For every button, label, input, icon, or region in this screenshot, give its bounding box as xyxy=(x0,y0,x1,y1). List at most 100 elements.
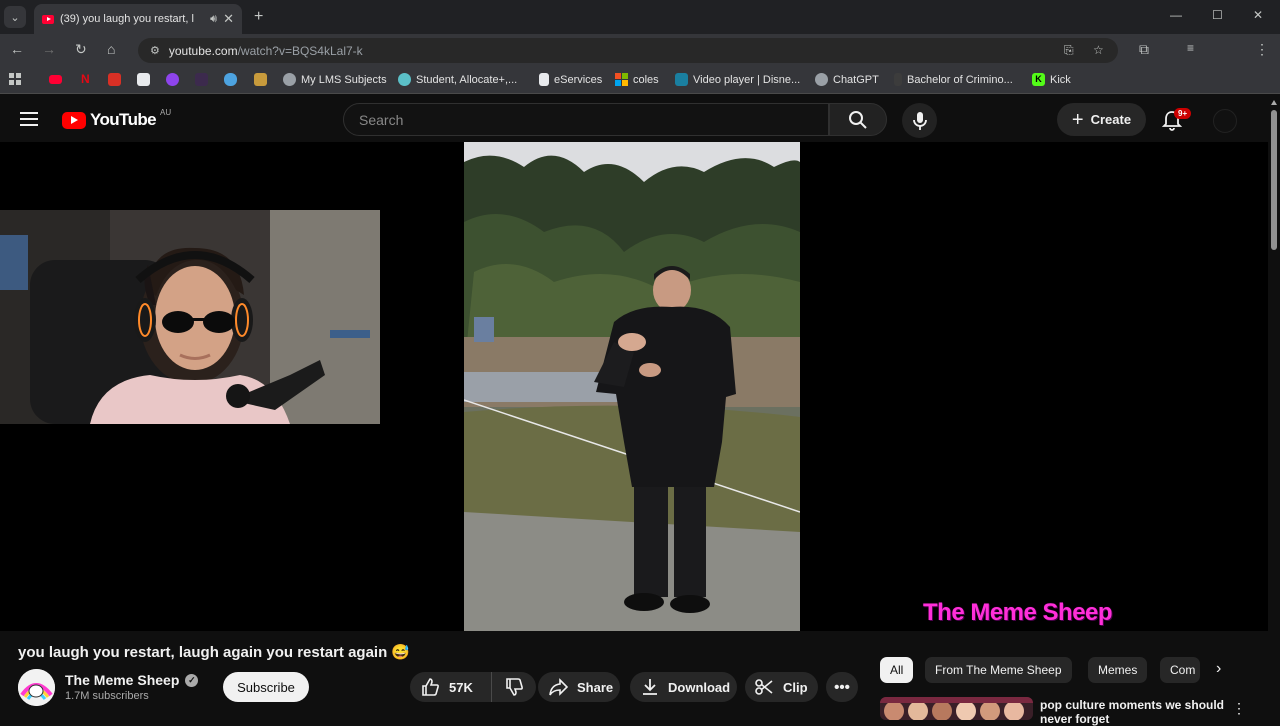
bookmark-criminology[interactable]: Bachelor of Crimino... xyxy=(894,73,1013,86)
tab-title: (39) you laugh you restart, l xyxy=(60,13,194,25)
chip-all[interactable]: All xyxy=(880,657,914,683)
video-title-text: you laugh you restart, laugh again you r… xyxy=(18,644,388,661)
bookmark-lms[interactable]: My LMS Subjects xyxy=(283,73,387,86)
tab-search-button[interactable]: ⌄ xyxy=(4,6,26,28)
subscribe-button[interactable]: Subscribe xyxy=(223,672,309,702)
more-actions-icon[interactable]: ••• xyxy=(826,672,858,702)
url-host: youtube.com xyxy=(168,43,238,58)
site-info-icon[interactable]: ⚙ xyxy=(150,44,160,57)
bookmark-cloud-icon[interactable] xyxy=(224,73,237,86)
download-label: Download xyxy=(668,679,731,695)
search-input[interactable] xyxy=(359,111,828,128)
bookmark-page-icon[interactable] xyxy=(137,73,150,86)
back-icon[interactable]: ← xyxy=(10,41,24,57)
bookmark-label: eServices xyxy=(554,73,603,86)
browser-toolbar: ← → ↻ ⌂ ⚙ youtube.com/watch?v=BQS4kLal7-… xyxy=(0,34,1280,93)
suggested-video-thumbnail[interactable] xyxy=(880,697,1033,720)
bookmark-red-icon[interactable] xyxy=(108,73,121,86)
channel-avatar[interactable] xyxy=(18,669,55,706)
facecam-overlay xyxy=(0,210,380,424)
share-label: Share xyxy=(577,679,614,695)
media-controls-icon[interactable]: ≡ xyxy=(1187,41,1194,55)
account-avatar[interactable] xyxy=(1213,109,1237,133)
notification-count-badge: 9+ xyxy=(1174,108,1192,119)
scroll-up-icon[interactable] xyxy=(1271,100,1277,105)
share-button[interactable]: Share xyxy=(538,672,620,702)
bookmark-student[interactable]: Student, Allocate+,... xyxy=(398,73,517,86)
bookmark-disney[interactable]: Video player | Disne... xyxy=(675,73,800,86)
bookmarks-bar: N My LMS Subjects Student, Allocate+,...… xyxy=(0,66,1280,94)
youtube-logo[interactable]: YouTube AU xyxy=(62,108,171,130)
speaker-icon[interactable]: 🔊︎ xyxy=(210,13,217,26)
bookmark-dark-icon[interactable] xyxy=(195,73,208,86)
chevron-right-icon[interactable]: › xyxy=(1216,660,1221,678)
bookmark-label: coles xyxy=(633,73,659,86)
video-player[interactable]: The Meme Sheep xyxy=(0,142,1268,631)
bookmark-gold-icon[interactable] xyxy=(254,73,267,86)
maximize-icon[interactable]: ☐ xyxy=(1212,8,1223,22)
channel-name[interactable]: The Meme Sheep ✓ xyxy=(65,672,199,688)
share-icon xyxy=(549,678,568,696)
browser-tab-bar: ⌄ (39) you laugh you restart, l 🔊︎ ✕ + —… xyxy=(0,0,1280,34)
create-label: Create xyxy=(1090,112,1132,127)
video-title: you laugh you restart, laugh again you r… xyxy=(18,643,410,661)
search-box[interactable] xyxy=(343,103,829,136)
install-app-icon[interactable]: ⎘ xyxy=(1064,43,1074,58)
channel-watermark: The Meme Sheep xyxy=(923,599,1113,626)
chip-memes[interactable]: Memes xyxy=(1088,657,1148,683)
thumbnail-image xyxy=(880,697,1033,720)
guide-menu-icon[interactable] xyxy=(20,112,38,126)
voice-search-button[interactable] xyxy=(902,103,937,138)
like-dislike-group: 57K xyxy=(410,672,536,702)
scissors-icon xyxy=(755,679,773,695)
forward-icon[interactable]: → xyxy=(42,41,56,57)
youtube-favicon-icon xyxy=(42,14,54,24)
bookmark-chatgpt[interactable]: ChatGPT xyxy=(815,73,879,86)
thumbs-up-icon xyxy=(422,678,439,696)
bookmark-label: Video player | Disne... xyxy=(693,73,801,86)
like-button[interactable]: 57K xyxy=(410,672,492,702)
close-window-icon[interactable]: ✕ xyxy=(1253,8,1263,22)
apps-grid-icon[interactable] xyxy=(9,73,21,85)
channel-name-text: The Meme Sheep xyxy=(65,672,180,688)
bookmark-kick[interactable]: K Kick xyxy=(1032,73,1071,86)
bookmark-netflix-icon[interactable]: N xyxy=(81,73,94,86)
bookmark-label: Bachelor of Crimino... xyxy=(907,73,1013,86)
new-tab-button[interactable]: + xyxy=(254,8,263,26)
video-frame xyxy=(464,142,800,631)
suggested-more-icon[interactable]: ⋮ xyxy=(1232,700,1246,717)
youtube-masthead: YouTube AU + Create 9+ xyxy=(0,96,1280,142)
extensions-icon[interactable]: ⧉ xyxy=(1139,41,1149,58)
bookmark-purple-icon[interactable] xyxy=(166,73,179,86)
scroll-thumb[interactable] xyxy=(1271,110,1277,250)
video-scene-image xyxy=(464,142,800,631)
bookmark-eservices[interactable]: eServices xyxy=(539,73,602,86)
bookmark-star-icon[interactable]: ☆ xyxy=(1093,43,1104,57)
sweat-smile-emoji: 😅 xyxy=(391,644,411,661)
clip-label: Clip xyxy=(783,679,808,695)
page-scrollbar[interactable] xyxy=(1268,96,1280,720)
download-button[interactable]: Download xyxy=(630,672,737,702)
create-button[interactable]: + Create xyxy=(1057,103,1146,136)
clip-button[interactable]: Clip xyxy=(745,672,818,702)
address-bar[interactable]: ⚙ youtube.com/watch?v=BQS4kLal7-k ⎘ ☆ xyxy=(138,38,1118,63)
browser-menu-icon[interactable]: ⋮ xyxy=(1255,41,1269,58)
thumbs-down-icon xyxy=(506,678,523,696)
dislike-button[interactable] xyxy=(492,672,536,702)
bookmark-coles[interactable]: coles xyxy=(615,73,659,86)
close-tab-icon[interactable]: ✕ xyxy=(223,11,234,27)
subscriber-count: 1.7M subscribers xyxy=(65,690,149,702)
bookmark-youtube-icon[interactable] xyxy=(49,73,62,84)
facecam-image xyxy=(0,210,380,424)
reload-icon[interactable]: ↻ xyxy=(75,41,87,58)
chip-from-channel[interactable]: From The Meme Sheep xyxy=(925,657,1072,683)
minimize-icon[interactable]: — xyxy=(1170,8,1182,22)
bookmark-label: My LMS Subjects xyxy=(301,73,387,86)
chip-comedy[interactable]: Com xyxy=(1160,657,1200,683)
suggested-video-title[interactable]: pop culture moments we should never forg… xyxy=(1040,698,1225,726)
browser-tab-active[interactable]: (39) you laugh you restart, l 🔊︎ ✕ xyxy=(34,4,242,34)
home-icon[interactable]: ⌂ xyxy=(107,41,115,57)
bookmark-label: Student, Allocate+,... xyxy=(416,73,518,86)
search-button[interactable] xyxy=(829,103,887,136)
search-icon xyxy=(849,110,867,129)
